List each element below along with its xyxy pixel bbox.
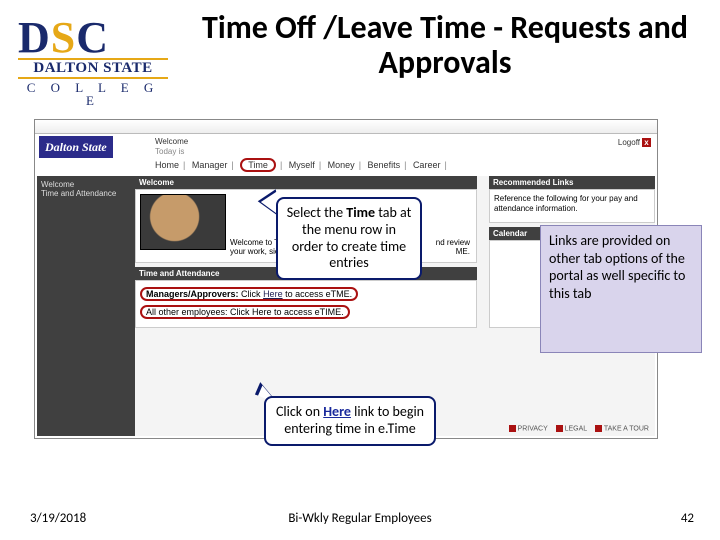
welcome-text-tail: nd review ME.: [436, 238, 470, 256]
tab-benefits[interactable]: Benefits: [368, 160, 401, 170]
tab-home[interactable]: Home: [155, 160, 179, 170]
callout-time-tab: Select the Time tab at the menu row in o…: [276, 197, 422, 280]
logo-line2: C O L L E G E: [18, 81, 168, 107]
welcome-user: Welcome: [155, 137, 188, 146]
ta-row-employees: All other employees: Click Here to acces…: [140, 303, 472, 321]
footer-link-privacy[interactable]: PRIVACY: [518, 425, 548, 432]
top-menu: Home| Manager| Time| Myself| Money| Bene…: [155, 160, 451, 174]
today-label: Today is: [155, 147, 184, 156]
portal-footer-links: PRIVACY LEGAL TAKE A TOUR: [503, 425, 649, 432]
sidebar-link-welcome[interactable]: Welcome: [41, 180, 131, 189]
rec-links-heading: Recommended Links: [489, 176, 655, 189]
portal-brand: Dalton State: [39, 136, 113, 158]
rec-links-body: Reference the following for your pay and…: [489, 189, 655, 223]
ta-row-managers: Managers/Approvers: Click Here to access…: [140, 285, 472, 303]
welcome-heading: Welcome: [135, 176, 477, 189]
here-link-managers[interactable]: Here: [263, 289, 283, 299]
logo-letter-s: S: [51, 16, 75, 60]
logout-link[interactable]: Logoffx: [618, 138, 651, 147]
callout-links-note: Links are provided on other tab options …: [540, 225, 702, 353]
logo-line1: DALTON STATE: [18, 58, 168, 79]
callout-here-link: Click on Here link to begin entering tim…: [264, 396, 436, 446]
left-sidebar: Welcome Time and Attendance: [37, 176, 135, 436]
footer-link-tour[interactable]: TAKE A TOUR: [604, 425, 649, 432]
tab-career[interactable]: Career: [413, 160, 441, 170]
tab-money[interactable]: Money: [328, 160, 355, 170]
slide-title: Time Off /Leave Time - Requests and Appr…: [200, 10, 690, 80]
welcome-image: [140, 194, 226, 250]
tab-myself[interactable]: Myself: [289, 160, 315, 170]
logo-letter-d: D: [18, 16, 50, 60]
page-number: 42: [681, 511, 694, 526]
tab-time[interactable]: Time: [240, 158, 276, 172]
footer-link-legal[interactable]: LEGAL: [565, 425, 587, 432]
footer-mid: Bi-Wkly Regular Employees: [0, 511, 720, 526]
sidebar-link-ta[interactable]: Time and Attendance: [41, 189, 131, 198]
tab-manager[interactable]: Manager: [192, 160, 228, 170]
logo-letter-c: C: [76, 16, 108, 60]
dsc-logo: D S C DALTON STATE C O L L E G E: [18, 16, 168, 107]
close-icon[interactable]: x: [642, 138, 651, 147]
